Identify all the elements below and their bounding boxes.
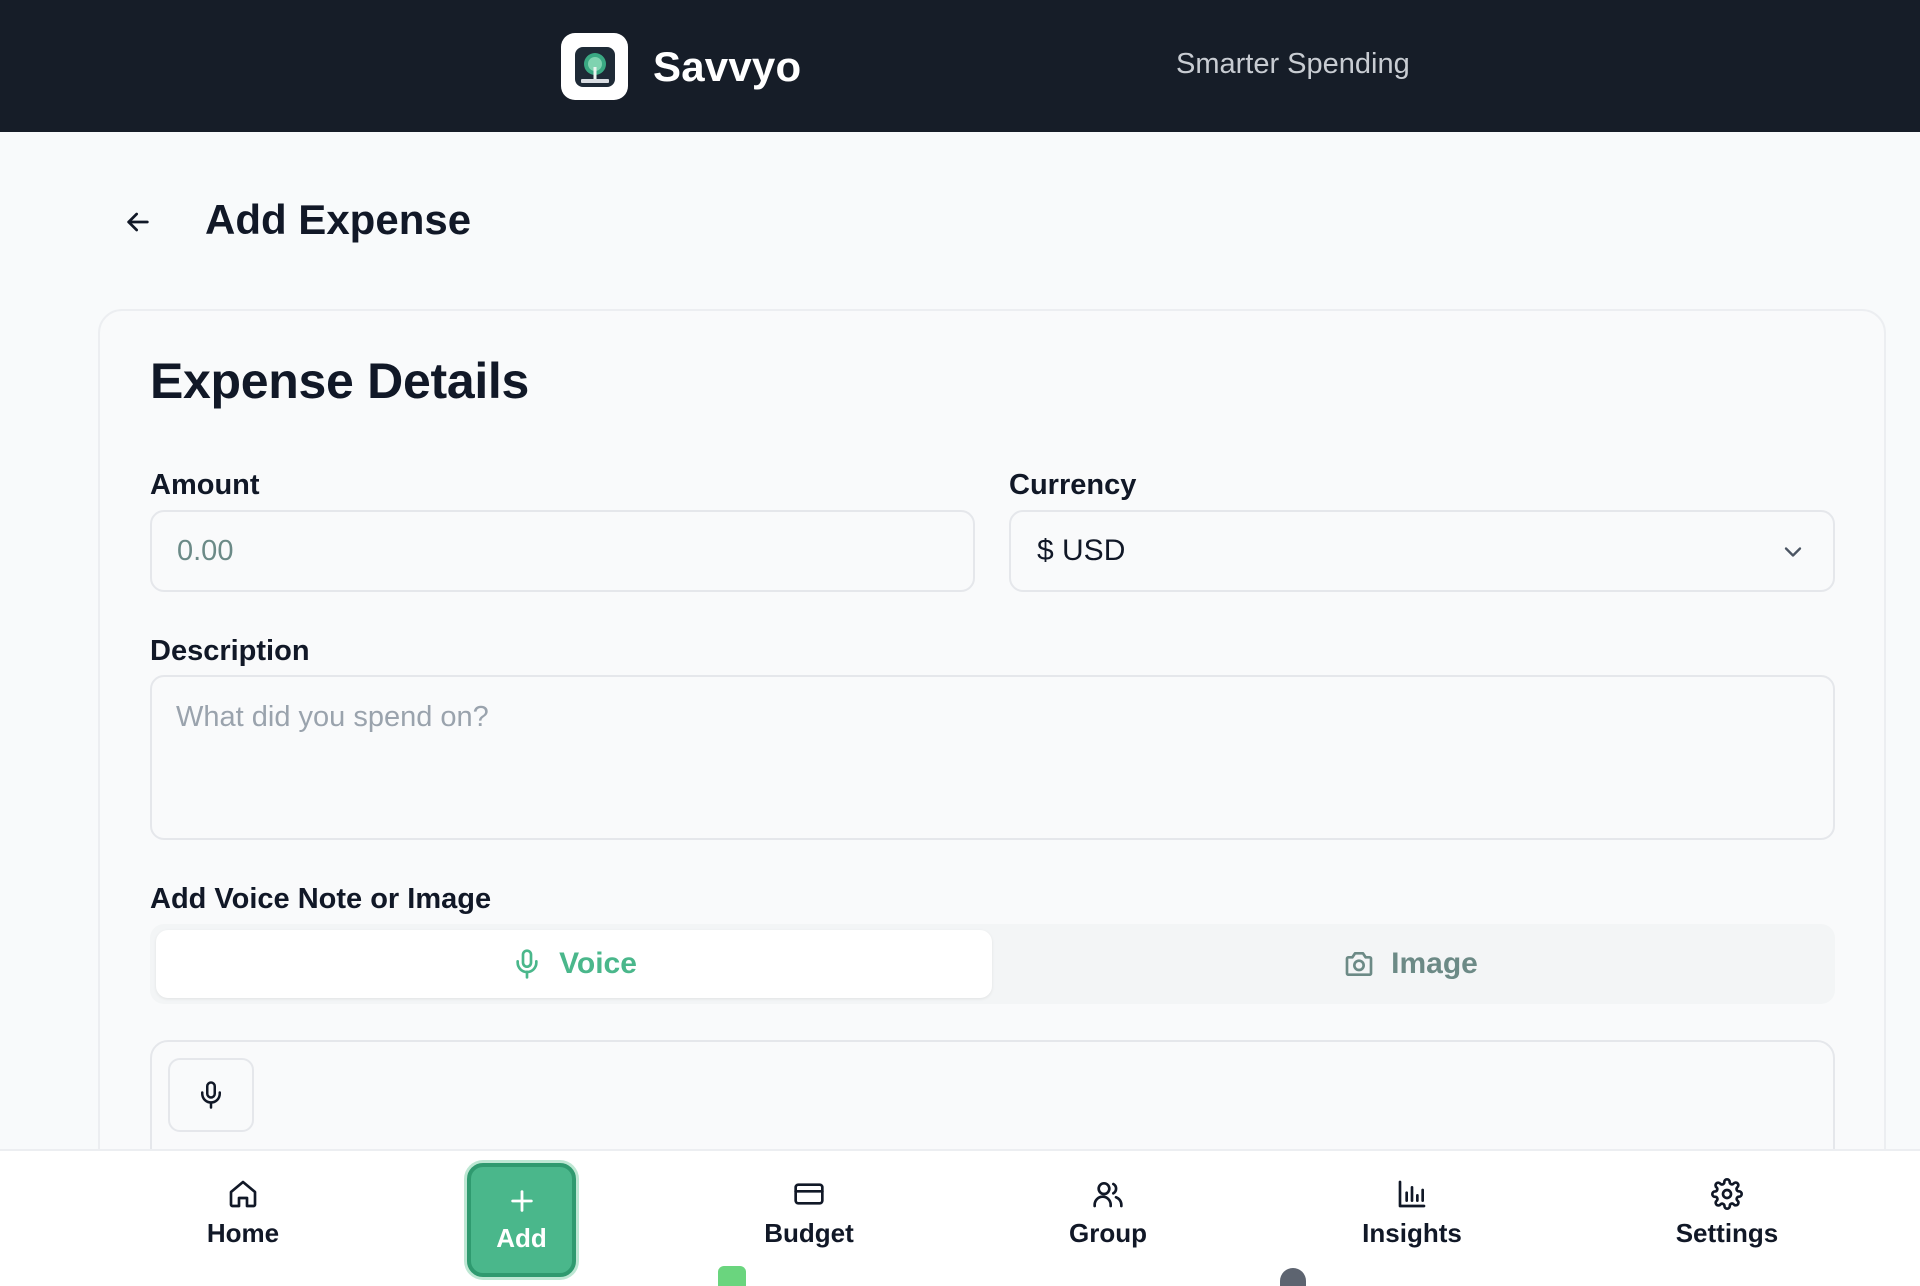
nav-insights[interactable]: Insights [1360,1178,1464,1249]
card-title: Expense Details [150,353,530,409]
record-button[interactable] [168,1058,254,1132]
currency-select[interactable]: $ USD [1009,510,1835,592]
amount-label: Amount [150,469,260,501]
top-header: Savvyo Smarter Spending [0,0,1920,132]
tagline: Smarter Spending [1176,48,1410,80]
description-label: Description [150,635,310,667]
bar-chart-icon [1398,1180,1426,1208]
nav-insights-label: Insights [1362,1218,1462,1248]
camera-icon [1345,952,1373,976]
nav-add[interactable]: Add [467,1163,576,1277]
chevron-down-icon [1784,547,1802,557]
nav-home[interactable]: Home [198,1178,288,1249]
nav-budget-label: Budget [764,1218,854,1248]
currency-selected-value: $ USD [1037,534,1126,567]
tab-voice-label: Voice [559,947,637,980]
nav-group[interactable]: Group [1062,1178,1154,1249]
attachments-label: Add Voice Note or Image [150,883,492,915]
nav-add-label: Add [496,1222,547,1253]
page-title: Add Expense [205,196,472,243]
tab-image[interactable]: Image [992,930,1829,998]
currency-label: Currency [1009,469,1137,501]
home-icon [229,1180,257,1208]
nav-settings[interactable]: Settings [1675,1178,1779,1249]
users-icon [1093,1182,1123,1208]
microphone-icon [201,1081,221,1109]
nav-budget[interactable]: Budget [759,1178,859,1249]
amount-input[interactable] [150,510,975,592]
nav-settings-label: Settings [1675,1218,1779,1248]
app-name: Savvyo [653,42,802,90]
plus-icon [510,1189,533,1212]
bottom-navigation [0,1149,1920,1286]
microphone-icon [516,949,538,979]
credit-card-icon [794,1183,824,1205]
nav-group-label: Group [1069,1218,1147,1248]
arrow-left-icon [127,212,149,232]
floating-widget-green[interactable] [718,1266,746,1286]
tree-logo-icon [561,33,628,100]
nav-home-label: Home [206,1218,280,1248]
attachment-tabs: Voice Image [150,924,1835,1004]
brand[interactable]: Savvyo [561,33,801,100]
tab-voice[interactable]: Voice [156,930,992,998]
tab-image-label: Image [1391,947,1478,980]
back-button[interactable] [118,200,158,244]
description-input[interactable] [150,675,1835,840]
gear-icon [1711,1178,1743,1210]
